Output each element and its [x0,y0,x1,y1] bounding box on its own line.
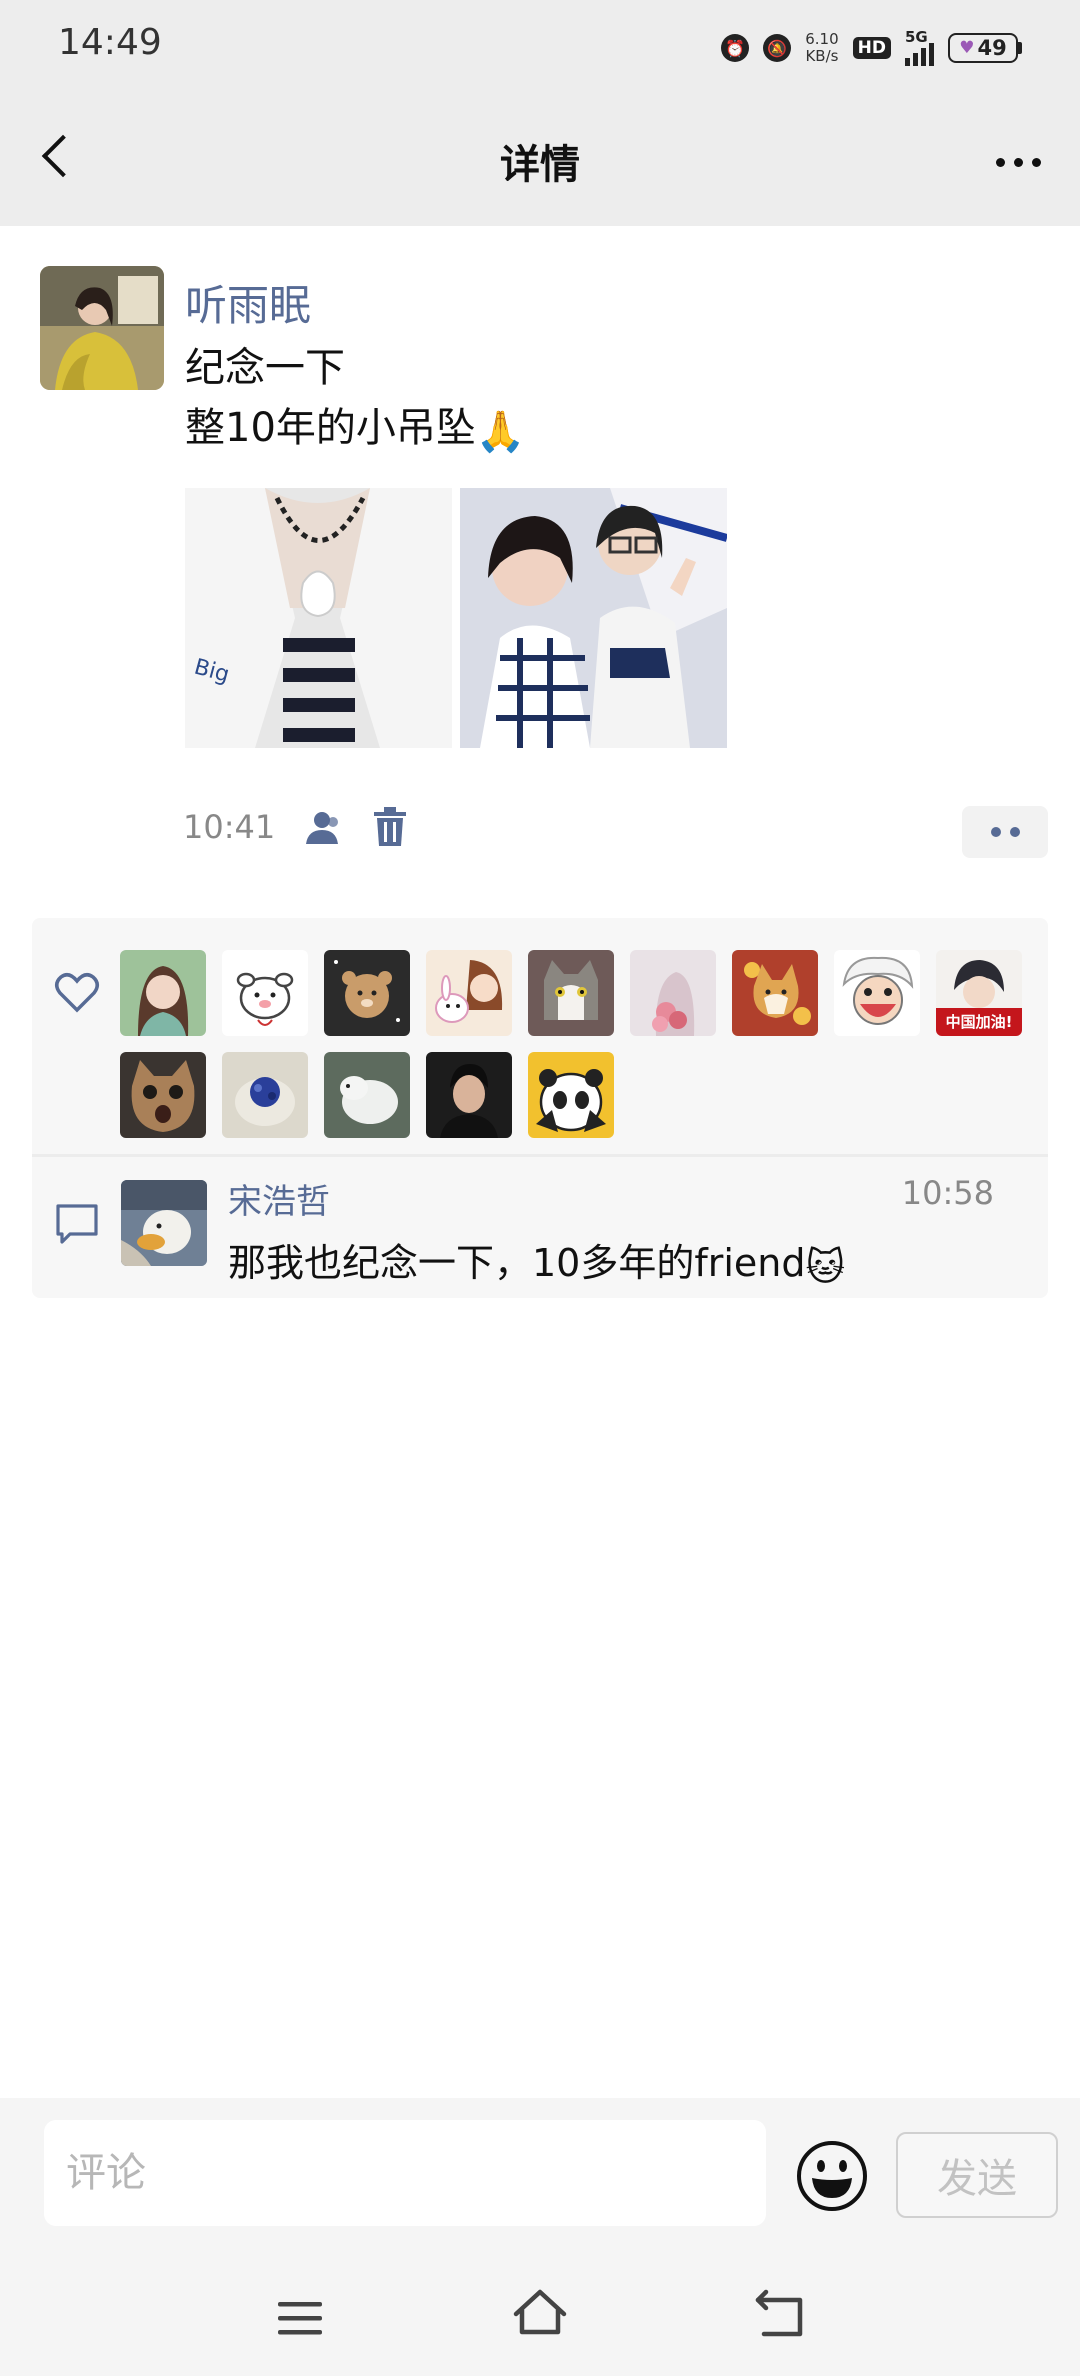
like-avatar-bear[interactable] [324,950,410,1036]
battery-icon: ♥ 49 [948,33,1022,63]
home-icon [513,2289,567,2335]
comment-input[interactable] [44,2120,766,2226]
comment-input-bar: 发送 [0,2098,1080,2376]
comment-icon [56,1204,98,1244]
post-author-avatar[interactable] [40,266,164,390]
post-photo-pendant[interactable]: Big [185,488,452,748]
likes-comments-panel: 中国加油! 宋浩哲 10:58 那我也纪念一下，10多年的friend🐱 [32,918,1048,1298]
comment-text[interactable]: 那我也纪念一下，10多年的friend🐱 [228,1232,845,1289]
mute-bell-icon: 🔕 [763,34,792,62]
return-icon [755,2289,803,2337]
like-avatar-anime-girl[interactable] [426,950,512,1036]
comment-author-avatar[interactable] [121,1180,207,1266]
post-time: 10:41 [183,808,276,846]
like-avatar-woman-portrait[interactable] [120,950,206,1036]
like-avatar-blue-berry[interactable] [222,1052,308,1138]
like-avatar-cat[interactable] [528,950,614,1036]
nav-home-button[interactable] [508,2282,572,2346]
likes-list: 中国加油! [32,918,1048,1154]
pray-emoji-icon: 🙏 [475,409,526,455]
like-avatar-shiba-dog[interactable] [732,950,818,1036]
delete-icon[interactable] [372,806,408,848]
like-avatar-white-dog[interactable] [324,1052,410,1138]
signal-icon: 5G [905,28,934,66]
divider [32,1154,1048,1157]
smiley-icon [797,2141,867,2211]
post-text: 纪念一下 整10年的小吊坠🙏 [185,338,526,462]
alarm-icon: ⏰ [721,34,750,62]
nav-back-button[interactable] [748,2284,812,2348]
emoji-button[interactable] [794,2138,870,2214]
send-button[interactable]: 发送 [896,2132,1058,2218]
like-avatar-man-portrait[interactable] [426,1052,512,1138]
like-avatar-tabby-cat[interactable] [120,1052,206,1138]
comment-time: 10:58 [901,1174,994,1212]
like-avatar-panda-meme[interactable] [528,1052,614,1138]
visibility-group-icon[interactable] [302,808,342,848]
hd-icon: HD [852,37,891,59]
china-jiayou-text: 中国加油! [945,1013,1013,1031]
status-time: 14:49 [58,22,162,63]
nav-menu-button[interactable] [270,2288,330,2348]
top-bar: 14:49 ⏰ 🔕 6.10 KB/s HD 5G ♥ 49 详情 [0,0,1080,226]
like-avatar-girl-flowers[interactable] [630,950,716,1036]
post-author-name[interactable]: 听雨眠 [185,272,311,333]
status-icons: ⏰ 🔕 6.10 KB/s HD 5G ♥ 49 [721,26,1022,70]
page-title: 详情 [500,142,580,188]
menu-icon [278,2302,322,2335]
like-avatar-luffy-cartoon[interactable] [834,950,920,1036]
post-photo-selfie[interactable] [460,488,727,748]
heart-icon [55,973,99,1013]
comment-author-name[interactable]: 宋浩哲 [228,1174,330,1223]
like-avatar-cartoon-dog[interactable] [222,950,308,1036]
post-text-line1: 纪念一下 [185,345,345,391]
more-options-button[interactable] [982,140,1054,184]
like-avatar-china-jiayou[interactable]: 中国加油! [936,950,1022,1036]
post-text-line2: 整10年的小吊坠🙏 [185,398,526,462]
network-speed: 6.10 KB/s [805,30,839,65]
cat-emoji-icon: 🐱 [805,1245,846,1289]
like-comment-menu-button[interactable] [962,806,1048,858]
